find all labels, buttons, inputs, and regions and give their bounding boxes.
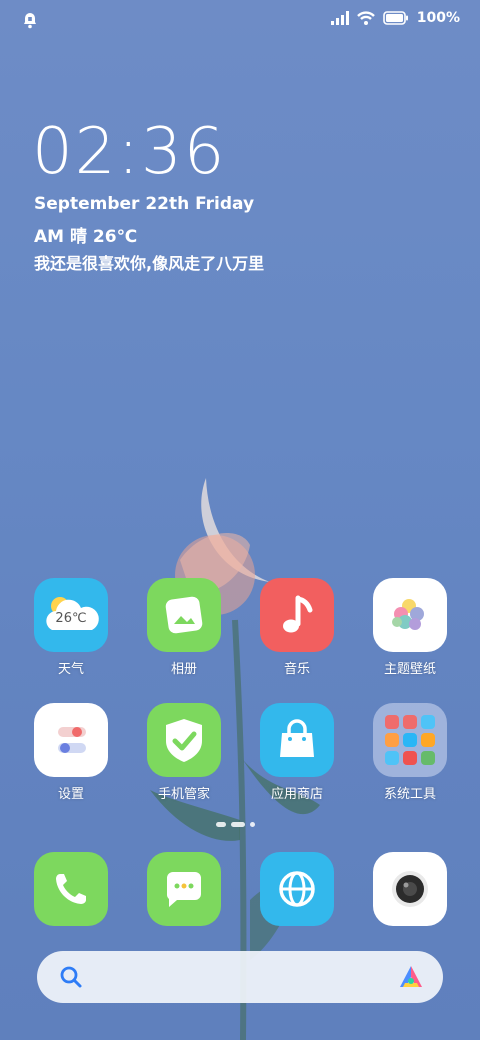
search-icon	[60, 966, 82, 988]
page-indicator[interactable]	[216, 822, 255, 827]
page-dot	[250, 822, 255, 827]
weather-icon: 26℃	[34, 578, 108, 652]
quote-text: 我还是很喜欢你,像风走了八万里	[34, 254, 265, 273]
app-label: 应用商店	[270, 787, 323, 802]
battery-percentage: 100%	[416, 10, 460, 26]
signal-icon	[330, 11, 349, 25]
battery-icon	[382, 11, 408, 25]
app-gallery[interactable]: 相册	[136, 578, 232, 677]
phone-icon[interactable]	[34, 852, 108, 926]
page-dot	[216, 822, 226, 827]
page-dot-active	[231, 822, 245, 827]
settings-icon	[34, 703, 108, 777]
app-weather[interactable]: 26℃ 天气	[23, 578, 119, 677]
status-bar: 100%	[0, 0, 480, 40]
app-label: 手机管家	[157, 787, 210, 802]
system-tools-folder-icon	[373, 703, 447, 777]
app-vault-icon[interactable]	[397, 963, 425, 991]
weather-icon-temp: 26℃	[55, 611, 87, 626]
security-icon	[147, 703, 221, 777]
alarm-icon	[24, 13, 36, 29]
app-label: 主题壁纸	[383, 662, 436, 677]
app-label: 相册	[170, 662, 197, 677]
music-icon	[260, 578, 334, 652]
search-bar[interactable]	[37, 951, 443, 1003]
app-settings[interactable]: 设置	[23, 703, 119, 802]
camera-icon[interactable]	[373, 852, 447, 926]
app-themes[interactable]: 主题壁纸	[362, 578, 458, 677]
browser-icon[interactable]	[260, 852, 334, 926]
themes-icon	[373, 578, 447, 652]
clock-date: September 22th Friday	[34, 194, 255, 214]
clock-time[interactable]: 02:36	[32, 115, 226, 189]
gallery-icon	[147, 578, 221, 652]
wifi-icon	[356, 11, 375, 25]
app-security[interactable]: 手机管家	[136, 703, 232, 802]
app-label: 天气	[57, 662, 84, 677]
weather-summary: AM 晴 26℃	[34, 227, 138, 247]
app-music[interactable]: 音乐	[249, 578, 345, 677]
app-store[interactable]: 应用商店	[249, 703, 345, 802]
messages-icon[interactable]	[147, 852, 221, 926]
app-label: 设置	[57, 787, 84, 802]
folder-system-tools[interactable]: 系统工具	[362, 703, 458, 802]
app-label: 音乐	[283, 662, 310, 677]
app-label: 系统工具	[383, 787, 436, 802]
app-store-icon	[260, 703, 334, 777]
